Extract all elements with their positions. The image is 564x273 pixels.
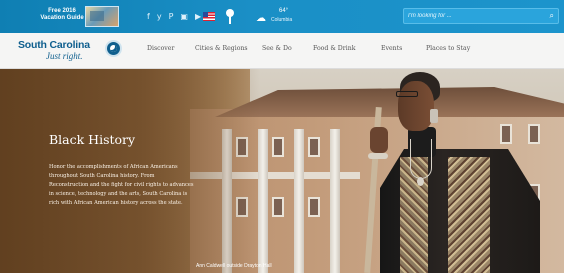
hero-window: [308, 137, 320, 157]
palmetto-tree-icon[interactable]: [225, 9, 235, 24]
us-flag-icon[interactable]: [203, 12, 215, 21]
figure-hand: [370, 127, 388, 153]
logo-crescent-icon: [105, 40, 122, 57]
site-logo[interactable]: South Carolina Just right.: [18, 39, 122, 65]
figure-face: [398, 81, 434, 131]
logo-tagline: Just right.: [46, 51, 83, 61]
hero-woman-figure: [364, 69, 560, 273]
nav-item-cities-regions[interactable]: Cities & Regions: [195, 45, 248, 52]
hero-window: [272, 137, 284, 157]
figure-vest-right: [448, 157, 490, 273]
hero-title: Black History: [49, 132, 136, 147]
weather-city: Columbia: [271, 17, 293, 23]
hero-window: [308, 197, 320, 217]
youtube-icon[interactable]: ▶: [195, 11, 201, 22]
weather-temperature: 64°: [279, 8, 289, 14]
search-icon[interactable]: ⌕: [550, 11, 554, 21]
vacation-guide-cover-image[interactable]: [85, 6, 119, 27]
nav-item-places-to-stay[interactable]: Places to Stay: [426, 45, 470, 52]
nav-item-food-drink[interactable]: Food & Drink: [313, 45, 355, 52]
hero-description: Honor the accomplishments of African Ame…: [49, 164, 194, 206]
search-box: ⌕: [403, 8, 559, 24]
vacation-guide-promo[interactable]: Free 2016 Vacation Guide: [40, 5, 130, 29]
main-nav: South Carolina Just right. Discover Citi…: [0, 33, 564, 69]
figure-earring: [430, 109, 438, 123]
figure-glasses: [396, 91, 418, 97]
hero-window: [272, 197, 284, 217]
logo-wordmark: South Carolina: [18, 39, 90, 51]
hero-photo-caption: Ann Caldwell outside Drayton Hall: [196, 263, 272, 269]
hero-column: [294, 129, 304, 273]
hero-banner: Black History Honor the accomplishments …: [0, 69, 564, 273]
nav-item-see-do[interactable]: See & Do: [262, 45, 292, 52]
nav-item-events[interactable]: Events: [381, 45, 402, 52]
utility-bar: Free 2016 Vacation Guide f y P ▣ ▶ ☁ 64°…: [0, 0, 564, 33]
weather-widget[interactable]: ☁ 64° Columbia: [256, 8, 306, 28]
pinterest-icon[interactable]: P: [169, 11, 174, 22]
nav-item-discover[interactable]: Discover: [147, 45, 174, 52]
twitter-icon[interactable]: y: [157, 11, 162, 22]
hero-column: [330, 129, 340, 273]
figure-bracelet: [368, 153, 388, 159]
figure-pendant: [417, 177, 424, 186]
cloud-icon: ☁: [256, 13, 266, 24]
instagram-icon[interactable]: ▣: [180, 11, 188, 22]
figure-necklace: [410, 139, 432, 179]
social-links: f y P ▣ ▶: [147, 11, 201, 23]
facebook-icon[interactable]: f: [147, 11, 150, 22]
vacation-guide-label[interactable]: Free 2016 Vacation Guide: [40, 8, 84, 22]
search-input[interactable]: [408, 10, 538, 22]
